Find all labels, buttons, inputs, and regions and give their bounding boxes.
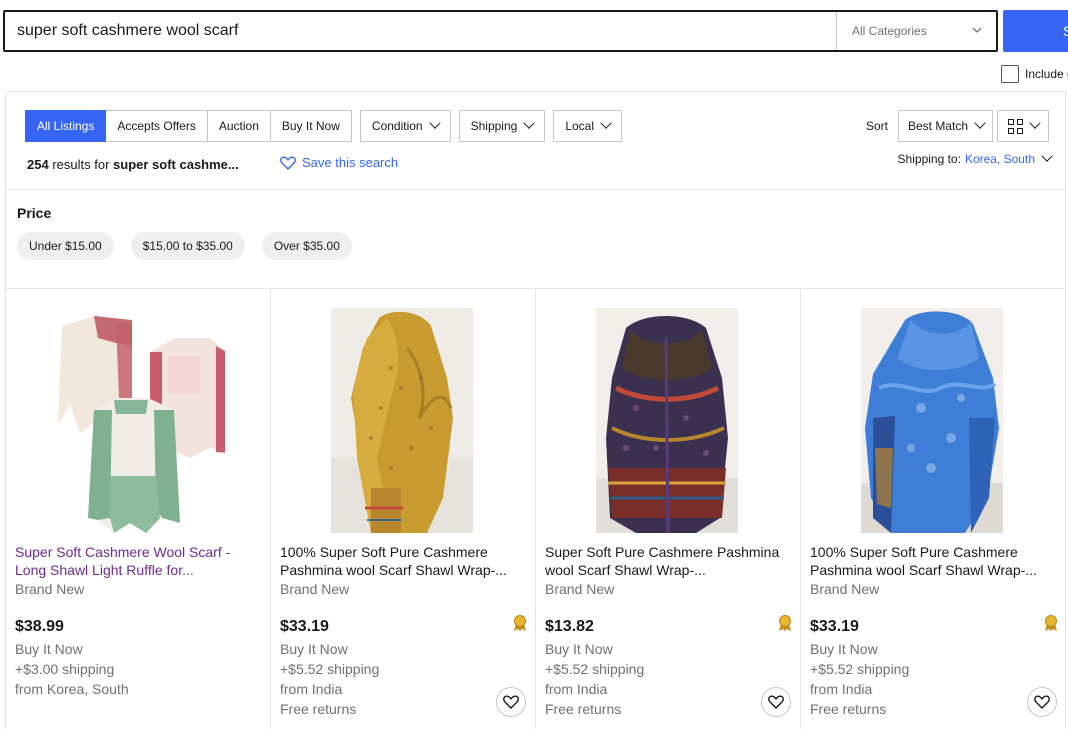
listing-shipping: +$5.52 shipping (810, 661, 910, 677)
listing-format: Buy It Now (810, 641, 878, 657)
listing-title[interactable]: Super Soft Cashmere Wool Scarf - Long Sh… (15, 543, 255, 579)
price-filter-options: Under $15.00 $15.00 to $35.00 Over $35.0… (17, 232, 369, 260)
listing-image[interactable] (331, 308, 473, 533)
price-pill-15-to-35[interactable]: $15.00 to $35.00 (130, 232, 245, 260)
shipping-dropdown-label: Shipping (470, 119, 518, 133)
listing-card[interactable]: Super Soft Pure Cashmere Pashmina wool S… (536, 289, 801, 729)
listing-returns: Free returns (545, 701, 622, 717)
watch-heart-button[interactable] (496, 687, 526, 717)
listing-title[interactable]: 100% Super Soft Pure Cashmere Pashmina w… (810, 543, 1050, 579)
local-dropdown[interactable]: Local (553, 110, 623, 142)
save-search-label: Save this search (302, 155, 399, 170)
listing-card[interactable]: 100% Super Soft Pure Cashmere Pashmina w… (271, 289, 536, 729)
tab-buy-it-now[interactable]: Buy It Now (270, 110, 352, 142)
heart-icon (1034, 695, 1050, 709)
listing-returns: Free returns (810, 701, 887, 717)
listing-price: $33.19 (810, 618, 859, 635)
listing-image[interactable] (596, 308, 738, 533)
listing-image[interactable] (50, 308, 225, 533)
listing-format: Buy It Now (545, 641, 613, 657)
top-rated-badge-icon (1044, 614, 1058, 632)
listing-shipping: +$5.52 shipping (280, 661, 380, 677)
condition-dropdown-label: Condition (371, 119, 423, 133)
listing-condition: Brand New (810, 581, 880, 597)
listing-condition: Brand New (15, 581, 85, 597)
chevron-down-icon (523, 117, 535, 129)
listing-title[interactable]: 100% Super Soft Pure Cashmere Pashmina w… (280, 543, 520, 579)
divider (6, 189, 1065, 190)
listing-condition: Brand New (280, 581, 350, 597)
watch-heart-button[interactable] (761, 687, 791, 717)
search-button-label: S (1063, 23, 1068, 39)
grid-view-icon (1007, 118, 1023, 134)
results-query: super soft cashme... (113, 157, 239, 172)
listing-location: from India (280, 681, 343, 697)
chevron-down-icon (974, 117, 986, 129)
results-count: 254 results for super soft cashme... (27, 157, 239, 172)
include-description-option[interactable]: Include d (1001, 65, 1068, 83)
listing-price: $38.99 (15, 618, 64, 635)
sort-controls: Sort Best Match (866, 110, 1049, 142)
price-filter-title: Price (17, 205, 52, 221)
watch-heart-button[interactable] (1027, 687, 1057, 717)
listing-price: $13.82 (545, 618, 594, 635)
include-description-label: Include d (1025, 67, 1068, 81)
shipping-country-link[interactable]: Korea, South (965, 152, 1035, 166)
shipping-to-label: Shipping to: (897, 152, 961, 166)
chevron-down-icon (972, 24, 982, 38)
chevron-down-icon (1028, 117, 1041, 129)
category-select[interactable]: All Categories (836, 12, 996, 50)
results-count-number: 254 (27, 157, 49, 172)
listing-format: Buy It Now (280, 641, 348, 657)
listing-title[interactable]: Super Soft Pure Cashmere Pashmina wool S… (545, 543, 785, 579)
results-panel: All Listings Accepts Offers Auction Buy … (5, 91, 1066, 729)
heart-icon (768, 695, 784, 709)
chevron-down-icon (600, 117, 612, 129)
listing-returns: Free returns (280, 701, 357, 717)
listing-price: $33.19 (280, 618, 329, 635)
sort-label: Sort (865, 119, 888, 133)
results-count-text: results for (52, 157, 110, 172)
condition-dropdown[interactable]: Condition (359, 110, 451, 142)
listing-condition: Brand New (545, 581, 615, 597)
listing-card[interactable]: Super Soft Cashmere Wool Scarf - Long Sh… (6, 289, 271, 729)
price-pill-over-35[interactable]: Over $35.00 (261, 232, 352, 260)
heart-icon (503, 695, 519, 709)
category-select-label: All Categories (852, 24, 927, 38)
listing-filter-bar: All Listings Accepts Offers Auction Buy … (25, 110, 623, 143)
listing-shipping: +$3.00 shipping (15, 661, 115, 677)
search-box: All Categories (3, 10, 998, 52)
chevron-down-icon (1041, 150, 1053, 162)
tab-auction[interactable]: Auction (207, 110, 271, 142)
listing-location: from Korea, South (15, 681, 129, 697)
tab-all-listings[interactable]: All Listings (25, 110, 107, 142)
shipping-dropdown[interactable]: Shipping (458, 110, 546, 142)
listing-location: from India (810, 681, 873, 697)
search-input[interactable] (5, 12, 836, 50)
price-pill-under-15[interactable]: Under $15.00 (17, 232, 114, 260)
shipping-location: Shipping to: Korea, South (897, 150, 1053, 166)
listing-grid: Super Soft Cashmere Wool Scarf - Long Sh… (6, 289, 1066, 729)
sort-value: Best Match (907, 119, 968, 133)
listing-location: from India (545, 681, 608, 697)
top-rated-badge-icon (778, 614, 792, 632)
listing-card[interactable]: 100% Super Soft Pure Cashmere Pashmina w… (801, 289, 1066, 729)
heart-outline-icon (280, 155, 296, 170)
view-toggle-button[interactable] (997, 110, 1049, 142)
listing-image[interactable] (861, 308, 1003, 533)
top-rated-badge-icon (513, 614, 527, 632)
tab-accepts-offers[interactable]: Accepts Offers (106, 110, 208, 142)
listing-format: Buy It Now (15, 641, 83, 657)
search-button[interactable]: S (1003, 10, 1068, 52)
include-description-checkbox[interactable] (1001, 65, 1019, 83)
sort-dropdown[interactable]: Best Match (897, 110, 993, 142)
local-dropdown-label: Local (565, 119, 595, 133)
listing-shipping: +$5.52 shipping (545, 661, 645, 677)
chevron-down-icon (428, 117, 441, 129)
save-search-link[interactable]: Save this search (280, 155, 398, 170)
